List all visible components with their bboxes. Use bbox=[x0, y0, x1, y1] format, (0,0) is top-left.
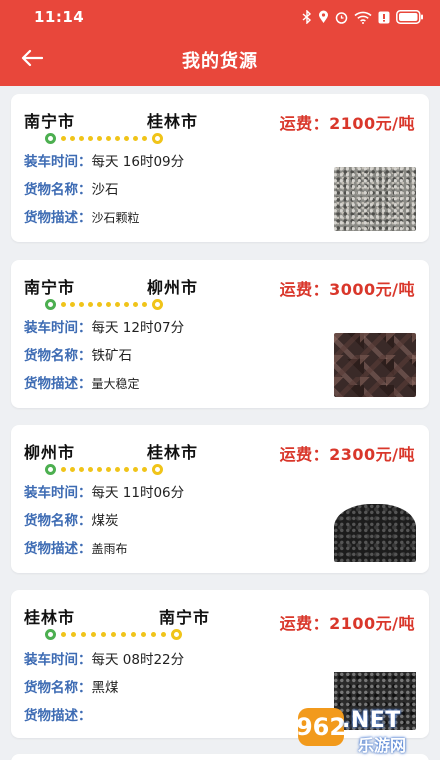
route-line bbox=[45, 628, 182, 640]
cargo-name-row: 货物名称：铁矿石 bbox=[24, 348, 132, 364]
origin-city: 柳州市 bbox=[24, 443, 76, 462]
route-line bbox=[45, 132, 163, 144]
origin-city: 南宁市 bbox=[24, 112, 76, 131]
cargo-desc-row: 货物描述：沙石颗粒 bbox=[24, 210, 140, 226]
status-icons bbox=[302, 10, 424, 24]
status-time: 11:14 bbox=[34, 8, 85, 26]
wifi-icon bbox=[354, 11, 372, 24]
fare-price: 运费：2100元/吨 bbox=[279, 114, 415, 133]
load-time-row: 装车时间：每天 11时06分 bbox=[24, 485, 185, 501]
fare-price: 运费：2100元/吨 bbox=[279, 614, 415, 633]
cargo-desc-row: 货物描述：盖雨布 bbox=[24, 541, 128, 557]
load-time-row: 装车时间：每天 16时09分 bbox=[24, 154, 185, 170]
back-button[interactable] bbox=[18, 46, 46, 74]
battery-icon bbox=[396, 10, 424, 24]
cargo-list[interactable]: 南宁市 桂林市 运费：2100元/吨 装车时间：每天 16时09分 货物名称：沙… bbox=[0, 86, 440, 760]
alarm-icon bbox=[335, 11, 348, 24]
origin-city: 桂林市 bbox=[24, 608, 76, 627]
origin-marker bbox=[45, 628, 56, 640]
cargo-name-row: 货物名称：黑煤 bbox=[24, 680, 119, 696]
page-title: 我的货源 bbox=[182, 51, 258, 72]
watermark-suffix: .NET bbox=[342, 708, 401, 733]
fare-price: 运费：3000元/吨 bbox=[279, 280, 415, 299]
location-icon bbox=[318, 10, 329, 24]
origin-marker bbox=[45, 298, 56, 310]
destination-city: 桂林市 bbox=[147, 443, 199, 462]
destination-marker bbox=[152, 298, 163, 310]
load-time-row: 装车时间：每天 12时07分 bbox=[24, 320, 185, 336]
arrow-left-icon bbox=[21, 49, 44, 71]
destination-city: 柳州市 bbox=[147, 278, 199, 297]
cargo-name-row: 货物名称：煤炭 bbox=[24, 513, 119, 529]
destination-marker bbox=[171, 628, 182, 640]
cargo-card[interactable]: 柳州市 桂林市 运费：2300元/吨 装车时间：每天 11时06分 货物名称：煤… bbox=[11, 425, 429, 573]
destination-marker bbox=[152, 463, 163, 475]
watermark-site: 乐游网 bbox=[358, 736, 407, 755]
cargo-desc-row: 货物描述：量大稳定 bbox=[24, 376, 140, 392]
site-watermark: 962 .NET 乐游网 bbox=[296, 706, 434, 755]
origin-marker bbox=[45, 463, 56, 475]
gravel-photo[interactable] bbox=[334, 167, 416, 231]
cargo-card[interactable]: 南宁市 柳州市 运费：3000元/吨 装车时间：每天 12时07分 货物名称：铁… bbox=[11, 260, 429, 408]
app-header: 我的货源 bbox=[0, 34, 440, 86]
load-time-row: 装车时间：每天 08时22分 bbox=[24, 652, 185, 668]
fare-price: 运费：2300元/吨 bbox=[279, 445, 415, 464]
iron-ore-photo[interactable] bbox=[334, 333, 416, 397]
cargo-name-row: 货物名称：沙石 bbox=[24, 182, 119, 198]
route-line bbox=[45, 463, 163, 475]
cargo-card[interactable]: 南宁市 桂林市 运费：2100元/吨 装车时间：每天 16时09分 货物名称：沙… bbox=[11, 94, 429, 242]
route-line bbox=[45, 298, 163, 310]
watermark-logo: 962 bbox=[296, 708, 346, 746]
destination-city: 南宁市 bbox=[159, 608, 211, 627]
notification-icon bbox=[378, 11, 390, 24]
destination-city: 桂林市 bbox=[147, 112, 199, 131]
coal-pile-photo[interactable] bbox=[334, 498, 416, 562]
origin-city: 南宁市 bbox=[24, 278, 76, 297]
destination-marker bbox=[152, 132, 163, 144]
cargo-desc-row: 货物描述： bbox=[24, 708, 92, 724]
origin-marker bbox=[45, 132, 56, 144]
status-bar: 11:14 bbox=[0, 0, 440, 34]
bluetooth-icon bbox=[302, 10, 312, 24]
